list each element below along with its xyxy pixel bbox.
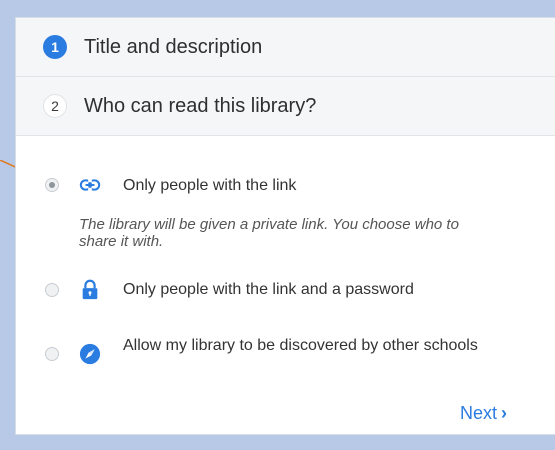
step-number-badge: 1 [43,35,67,59]
radio-discoverable[interactable] [45,347,59,361]
library-settings-panel: 1 Title and description 2 Who can read t… [15,17,555,435]
option-label: Allow my library to be discovered by oth… [123,337,478,354]
step-title: Title and description [84,36,263,58]
link-icon [79,179,101,191]
compass-icon [79,343,101,365]
lock-icon [82,279,98,300]
chevron-right-icon: › [501,403,508,423]
step-who-can-read[interactable]: 2 Who can read this library? [16,77,555,136]
step-title: Who can read this library? [84,95,317,117]
step-number-badge: 2 [43,94,67,118]
next-button[interactable]: Next › [460,403,507,424]
radio-link-only[interactable] [45,178,59,192]
option-label: Only people with the link and a password [123,281,414,298]
next-label: Next [460,403,498,423]
option-label: Only people with the link [123,177,297,194]
screenshot-frame: 1 Title and description 2 Who can read t… [0,0,555,450]
option-description: The library will be given a private link… [79,216,459,250]
step-title-description[interactable]: 1 Title and description [16,18,555,77]
radio-link-password[interactable] [45,283,59,297]
